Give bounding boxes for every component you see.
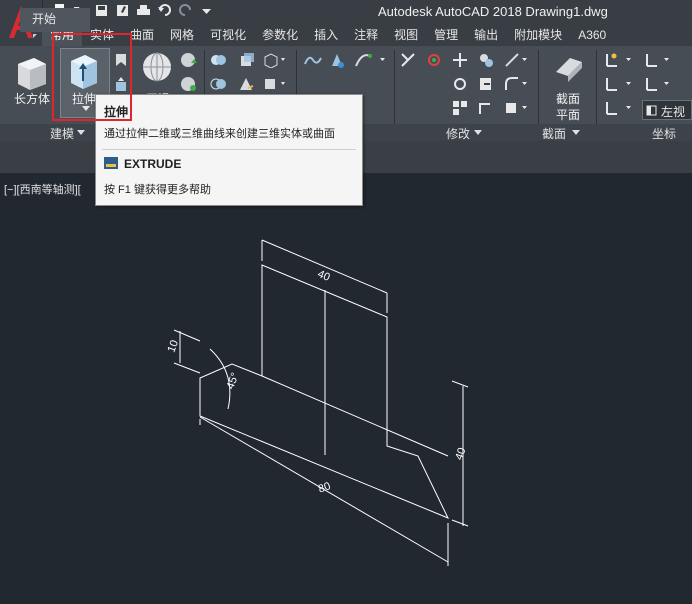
dim-label-top: 40 (316, 268, 332, 284)
array-icon[interactable] (452, 100, 468, 116)
box-button-label: 长方体 (14, 92, 51, 106)
panel-expand-icon[interactable] (77, 130, 85, 136)
panel-expand-icon[interactable] (572, 130, 580, 136)
mesh-refine-icon[interactable] (180, 76, 198, 92)
tab-mesh[interactable]: 网格 (162, 24, 202, 46)
mesh-globe-icon[interactable] (180, 52, 198, 68)
panel-title-modeling[interactable]: 建模 (50, 125, 74, 142)
file-tab-start[interactable]: 开始 (20, 8, 90, 32)
offset-icon[interactable] (478, 100, 494, 116)
3d-mirror-icon[interactable] (426, 52, 442, 68)
3d-rotate-icon[interactable] (478, 52, 494, 68)
customize-dropdown-icon[interactable] (199, 3, 214, 18)
polyline-icon[interactable] (302, 52, 324, 68)
panel-expand-icon[interactable] (474, 130, 482, 136)
ucs-previous-icon[interactable] (604, 100, 634, 116)
tooltip-command: EXTRUDE (124, 157, 182, 171)
ribbon-tab-row: 常用 实体 曲面 网格 可视化 参数化 插入 注释 视图 管理 输出 附加模块 … (42, 24, 692, 46)
panel-title-section[interactable]: 截面 (542, 125, 566, 142)
tab-manage[interactable]: 管理 (426, 24, 466, 46)
ucs-icon[interactable] (604, 52, 634, 68)
box-icon (18, 58, 46, 90)
ucs-world-icon[interactable] (604, 76, 634, 92)
dim-line-left (173, 329, 201, 374)
tab-view[interactable]: 视图 (386, 24, 426, 46)
tab-annotate[interactable]: 注释 (346, 24, 386, 46)
trim-icon[interactable] (400, 52, 416, 68)
save-icon[interactable] (94, 3, 109, 18)
separate-icon[interactable] (262, 52, 286, 68)
save-as-icon[interactable] (115, 3, 130, 18)
polygon-icon[interactable] (328, 52, 346, 68)
ucs-view-icon[interactable] (644, 76, 674, 92)
slice-icon[interactable] (262, 76, 286, 92)
section-plane-icon[interactable] (552, 52, 586, 82)
tab-insert[interactable]: 插入 (306, 24, 346, 46)
move-icon[interactable] (452, 52, 468, 68)
drawing-outline (199, 264, 450, 519)
drawing-canvas[interactable]: 40 10 45° 40 80 (0, 173, 692, 604)
scale-icon[interactable] (478, 76, 494, 92)
left-view-cube-icon (646, 105, 657, 116)
undo-icon[interactable] (157, 3, 172, 18)
tooltip-description: 通过拉伸二维或三维曲线来创建三维实体或曲面 (104, 128, 335, 140)
print-icon[interactable] (136, 3, 151, 18)
view-selector-label: 左视 (661, 105, 686, 119)
tab-parametric[interactable]: 参数化 (254, 24, 306, 46)
intersect-icon[interactable] (210, 76, 228, 92)
tab-visualize[interactable]: 可视化 (202, 24, 254, 46)
smooth-object-icon[interactable] (140, 50, 174, 84)
section-plane-label-2: 平面 (556, 108, 581, 122)
3d-align-icon[interactable] (504, 52, 528, 68)
fillet-edge-icon[interactable] (238, 76, 256, 92)
spline-icon[interactable] (354, 52, 388, 68)
erase-icon[interactable] (504, 100, 528, 116)
window-title: Autodesk AutoCAD 2018 Drawing1.dwg (378, 4, 608, 19)
section-plane-label-1: 截面 (556, 92, 581, 106)
tab-output[interactable]: 输出 (466, 24, 506, 46)
extrude-tooltip: 拉伸 通过拉伸二维或三维曲线来创建三维实体或曲面 EXTRUDE 按 F1 键获… (95, 94, 363, 206)
ucs-origin-icon[interactable] (644, 52, 674, 68)
dim-label-right: 40 (453, 446, 468, 462)
panel-title-modify[interactable]: 修改 (446, 125, 470, 142)
highlight-box (52, 33, 132, 121)
dim-label-left: 10 (166, 338, 181, 354)
rotate-icon[interactable] (452, 76, 468, 92)
command-line-icon (104, 157, 118, 169)
fillet-icon[interactable] (504, 76, 528, 92)
tooltip-divider (102, 149, 356, 150)
drawing-edge (261, 375, 449, 457)
redo-icon[interactable] (178, 3, 193, 18)
panel-title-coords[interactable]: 坐标 (652, 125, 676, 142)
tooltip-help: 按 F1 键获得更多帮助 (104, 184, 211, 196)
view-selector[interactable]: 左视 (642, 100, 692, 120)
extract-edges-icon[interactable] (238, 52, 256, 68)
union-icon[interactable] (210, 52, 228, 68)
tab-addins[interactable]: 附加模块 (506, 24, 570, 46)
tab-a360[interactable]: A360 (570, 24, 614, 46)
